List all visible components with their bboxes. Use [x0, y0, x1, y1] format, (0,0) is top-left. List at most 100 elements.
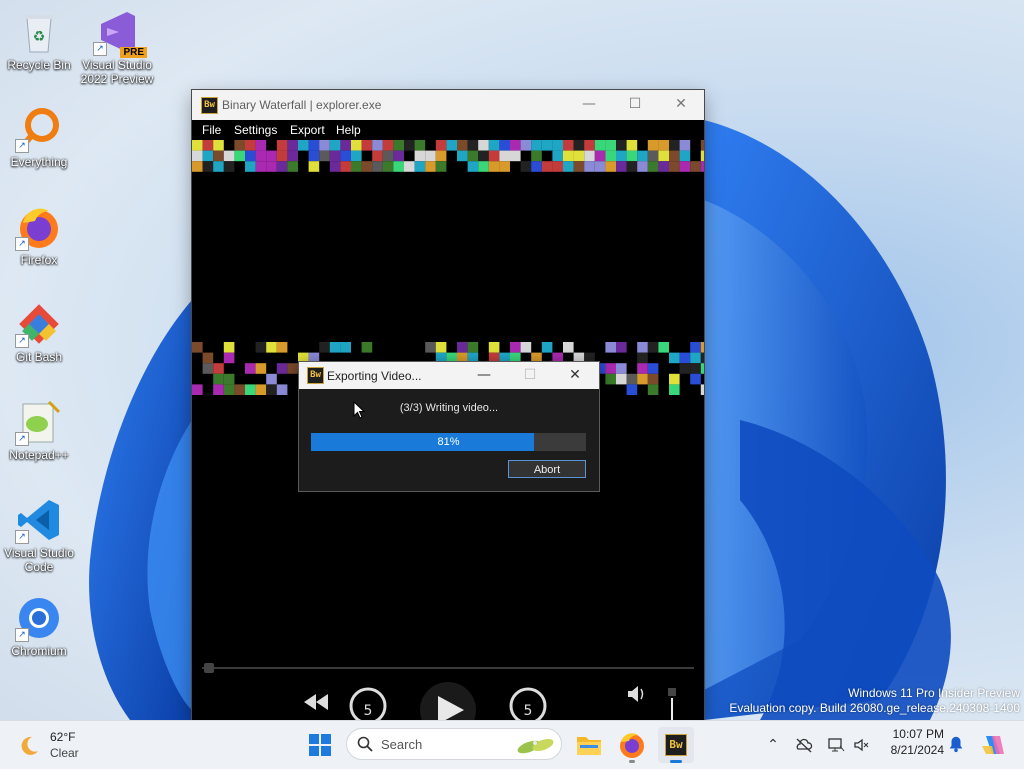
volume-slider[interactable] [668, 688, 676, 720]
waterfall-pixel [192, 140, 203, 151]
desktop-icon-notepad-plus-plus[interactable]: ↗ Notepad++ [0, 398, 78, 462]
waterfall-pixel [467, 140, 479, 151]
waterfall-pixel [202, 363, 214, 374]
taskbar-binary-waterfall[interactable]: Bw [658, 727, 694, 763]
onedrive-offline-icon[interactable] [795, 736, 813, 754]
network-icon[interactable] [827, 736, 845, 754]
waterfall-pixel [700, 161, 704, 172]
waterfall-pixel [478, 150, 489, 162]
desktop-icon-recycle-bin[interactable]: ♻ Recycle Bin [0, 8, 78, 72]
waterfall-pixel [531, 150, 542, 162]
waterfall-pixel [531, 161, 542, 172]
waterfall-pixel [520, 342, 532, 353]
waterfall-pixel [616, 363, 627, 374]
waterfall-pixel [435, 140, 447, 151]
taskbar-firefox[interactable] [614, 727, 650, 763]
waterfall-pixel [266, 161, 277, 172]
waterfall-pixel [616, 161, 627, 172]
maximize-button[interactable]: ☐ [612, 90, 658, 120]
waterfall-pixel [223, 373, 235, 385]
mouse-cursor-icon [353, 401, 365, 419]
abort-button[interactable]: Abort [508, 460, 586, 478]
waterfall-pixel [351, 161, 362, 172]
copilot-icon[interactable] [980, 732, 1006, 758]
desktop-icon-firefox[interactable]: ↗ Firefox [0, 203, 78, 267]
desktop-icon-visual-studio-code[interactable]: ↗ Visual Studio Code [0, 496, 78, 574]
menu-file[interactable]: File [202, 123, 221, 137]
waterfall-pixel [329, 342, 341, 353]
watermark-line2: Evaluation copy. Build 26080.ge_release.… [729, 701, 1020, 715]
waterfall-pixel [552, 150, 563, 162]
waterfall-pixel [647, 384, 659, 395]
dialog-minimize-button[interactable]: — [462, 362, 506, 389]
shortcut-arrow-icon: ↗ [15, 628, 29, 642]
menu-settings[interactable]: Settings [234, 123, 277, 137]
waterfall-pixel [255, 384, 267, 395]
minimize-button[interactable]: — [566, 90, 612, 120]
shortcut-arrow-icon: ↗ [15, 237, 29, 251]
waterfall-pixel [276, 342, 288, 353]
start-button[interactable] [302, 727, 338, 763]
waterfall-pixel [213, 150, 224, 162]
play-button[interactable] [420, 682, 476, 720]
waterfall-pixel [616, 342, 627, 353]
main-titlebar[interactable]: Bw Binary Waterfall | explorer.exe — ☐ ✕ [192, 90, 704, 120]
export-video-dialog[interactable]: Bw Exporting Video... — ☐ ✕ (3/3) Writin… [298, 361, 600, 492]
git-bash-icon: ↗ [15, 300, 63, 348]
seek-bar[interactable] [202, 667, 694, 669]
waterfall-pixels-top [192, 140, 704, 172]
waterfall-pixel [488, 161, 500, 172]
waterfall-pixel [255, 140, 267, 151]
previous-track-icon[interactable] [304, 694, 328, 710]
weather-widget[interactable]: 62°F Clear [12, 729, 132, 761]
waterfall-pixel [234, 150, 245, 162]
close-button[interactable]: ✕ [658, 90, 704, 120]
waterfall-pixel [425, 342, 436, 353]
waterfall-pixel [658, 161, 669, 172]
notification-bell-icon[interactable] [947, 735, 965, 753]
watermark-line1: Windows 11 Pro Insider Preview [848, 686, 1020, 700]
waterfall-pixel [446, 140, 457, 151]
waterfall-pixel [372, 150, 383, 162]
taskbar-search[interactable]: Search [346, 728, 562, 760]
desktop-icon-visual-studio-2022-preview[interactable]: PRE ↗ Visual Studio 2022 Preview [78, 8, 156, 86]
search-placeholder: Search [381, 737, 423, 752]
volume-muted-icon[interactable] [852, 736, 870, 754]
waterfall-pixel [351, 150, 362, 162]
waterfall-pixel [626, 140, 638, 151]
weather-temp: 62°F [50, 730, 76, 744]
waterfall-pixel [679, 161, 691, 172]
menu-export[interactable]: Export [290, 123, 325, 137]
desktop-icon-everything[interactable]: ↗ Everything [0, 105, 78, 169]
waterfall-pixel [605, 150, 616, 162]
search-highlight-icon [517, 738, 554, 754]
shortcut-arrow-icon: ↗ [15, 334, 29, 348]
waterfall-pixel [584, 150, 595, 162]
waterfall-pixel [563, 161, 574, 172]
progress-percent: 81% [437, 436, 460, 448]
binary-waterfall-app-icon: Bw [665, 734, 687, 756]
waterfall-pixel [647, 373, 659, 385]
waterfall-pixel [700, 352, 704, 364]
waterfall-pixel [340, 342, 351, 353]
waterfall-pixel [510, 342, 521, 353]
show-hidden-icons-chevron-up-icon[interactable]: ⌃ [764, 736, 782, 754]
chromium-icon: ↗ [15, 594, 63, 642]
waterfall-pixel [658, 150, 669, 162]
waterfall-pixel [531, 140, 542, 151]
desktop-icon-chromium[interactable]: ↗ Chromium [0, 594, 78, 658]
taskbar-file-explorer[interactable] [571, 727, 607, 763]
waterfall-pixel [478, 161, 489, 172]
menu-help[interactable]: Help [336, 123, 361, 137]
desktop-icon-git-bash[interactable]: ↗ Git Bash [0, 300, 78, 364]
waterfall-pixel [435, 161, 447, 172]
seek-handle[interactable] [204, 663, 214, 673]
dialog-titlebar[interactable]: Bw Exporting Video... — ☐ ✕ [299, 362, 599, 389]
volume-icon[interactable] [628, 686, 644, 702]
waterfall-pixel [605, 342, 616, 353]
taskbar-clock[interactable]: 10:07 PM 8/21/2024 [880, 727, 944, 757]
waterfall-pixel [213, 140, 224, 151]
dialog-close-button[interactable]: ✕ [553, 362, 597, 389]
waterfall-pixel [202, 161, 214, 172]
menubar: File Settings Export Help [192, 120, 704, 140]
